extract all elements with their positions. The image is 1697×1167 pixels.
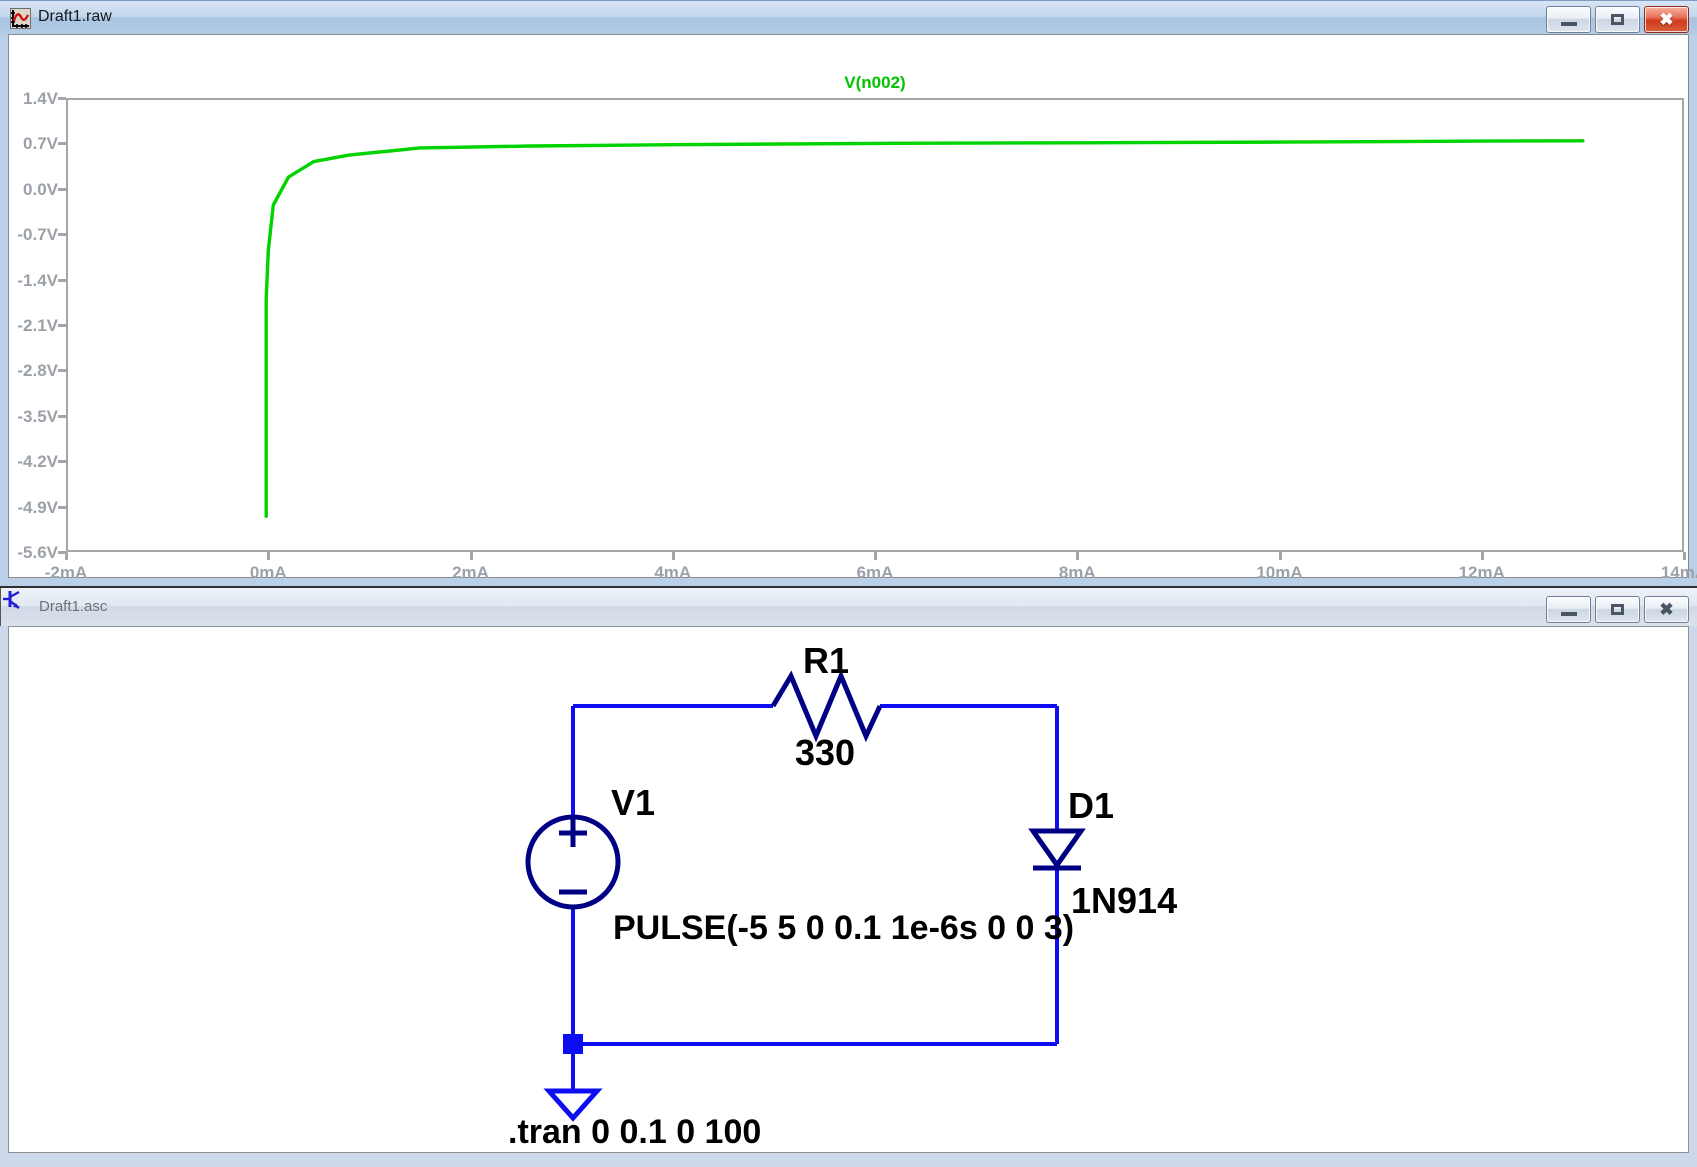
- minimize-icon: [1561, 22, 1577, 26]
- diode-ref-label[interactable]: D1: [1068, 788, 1114, 824]
- diode-symbol[interactable]: [1033, 831, 1081, 868]
- waveform-app-icon[interactable]: [10, 8, 31, 29]
- x-tick-label: 6mA: [857, 563, 894, 583]
- x-tick-mark: [65, 552, 68, 560]
- x-tick-label: 10mA: [1256, 563, 1302, 583]
- restore-button[interactable]: [1595, 6, 1640, 33]
- y-tick-label: -2.1V: [4, 316, 58, 336]
- waveform-window: Draft1.raw ✖ V(n002) 1.4V0.7V0.0V-0.7V-1…: [0, 0, 1697, 586]
- x-tick-mark: [1279, 552, 1282, 560]
- y-tick-mark: [58, 460, 66, 463]
- plot-pane[interactable]: V(n002) 1.4V0.7V0.0V-0.7V-1.4V-2.1V-2.8V…: [8, 34, 1689, 578]
- schematic-window: Draft1.asc ✖: [0, 586, 1697, 1167]
- voltage-source-symbol[interactable]: [528, 817, 618, 907]
- window-title: Draft1.asc: [39, 598, 107, 615]
- schematic-app-icon[interactable]: [1, 588, 1697, 614]
- x-tick-label: -2mA: [45, 563, 88, 583]
- x-tick-label: 4mA: [654, 563, 691, 583]
- close-icon: ✖: [1659, 11, 1673, 28]
- diode-model-label[interactable]: 1N914: [1071, 883, 1177, 919]
- resistor-ref-label[interactable]: R1: [803, 643, 849, 679]
- x-tick-mark: [874, 552, 877, 560]
- x-tick-label: 8mA: [1059, 563, 1096, 583]
- x-tick-label: 2mA: [452, 563, 489, 583]
- y-tick-mark: [58, 97, 66, 100]
- source-value-label[interactable]: PULSE(-5 5 0 0.1 1e-6s 0 0 3): [613, 911, 1074, 945]
- y-tick-label: -5.6V: [4, 543, 58, 563]
- y-tick-label: -1.4V: [4, 271, 58, 291]
- x-tick-label: 0mA: [250, 563, 287, 583]
- window-title: Draft1.raw: [38, 8, 112, 26]
- y-tick-label: -0.7V: [4, 225, 58, 245]
- close-button[interactable]: ✖: [1644, 596, 1689, 623]
- y-tick-mark: [58, 279, 66, 282]
- y-tick-label: -4.9V: [4, 498, 58, 518]
- restore-button[interactable]: [1595, 596, 1640, 623]
- spice-directive-label[interactable]: .tran 0 0.1 0 100: [508, 1115, 761, 1149]
- restore-icon: [1611, 604, 1624, 615]
- x-tick-mark: [470, 552, 473, 560]
- y-tick-mark: [58, 506, 66, 509]
- y-tick-label: -2.8V: [4, 361, 58, 381]
- y-tick-label: 0.7V: [4, 134, 58, 154]
- junction-node[interactable]: [563, 1034, 583, 1054]
- y-tick-label: -4.2V: [4, 452, 58, 472]
- waveform-titlebar[interactable]: Draft1.raw ✖: [0, 0, 1697, 35]
- minimize-icon: [1561, 612, 1577, 616]
- y-tick-mark: [58, 415, 66, 418]
- y-tick-mark: [58, 188, 66, 191]
- y-tick-mark: [58, 233, 66, 236]
- minimize-button[interactable]: [1546, 596, 1591, 623]
- resistor-value-label[interactable]: 330: [795, 735, 855, 771]
- x-tick-mark: [672, 552, 675, 560]
- schematic-titlebar[interactable]: Draft1.asc ✖: [0, 588, 1697, 626]
- source-ref-label[interactable]: V1: [611, 785, 655, 821]
- y-tick-label: 0.0V: [4, 180, 58, 200]
- x-tick-mark: [1683, 552, 1686, 560]
- x-tick-label: 12mA: [1459, 563, 1505, 583]
- y-tick-label: -3.5V: [4, 407, 58, 427]
- x-tick-mark: [1481, 552, 1484, 560]
- close-icon: ✖: [1659, 601, 1673, 618]
- x-tick-mark: [267, 552, 270, 560]
- y-tick-mark: [58, 142, 66, 145]
- trace-curve: [66, 98, 1684, 552]
- close-button[interactable]: ✖: [1644, 6, 1689, 33]
- y-tick-label: 1.4V: [4, 89, 58, 109]
- resistor-symbol[interactable]: [773, 676, 880, 736]
- x-tick-mark: [1076, 552, 1079, 560]
- y-tick-mark: [58, 324, 66, 327]
- schematic-canvas[interactable]: R1 330 V1 PULSE(-5 5 0 0.1 1e-6s 0 0 3) …: [8, 626, 1689, 1153]
- restore-icon: [1611, 14, 1624, 25]
- minimize-button[interactable]: [1546, 6, 1591, 33]
- y-tick-mark: [58, 369, 66, 372]
- x-tick-label: 14mA: [1661, 563, 1697, 583]
- trace-legend[interactable]: V(n002): [844, 73, 905, 93]
